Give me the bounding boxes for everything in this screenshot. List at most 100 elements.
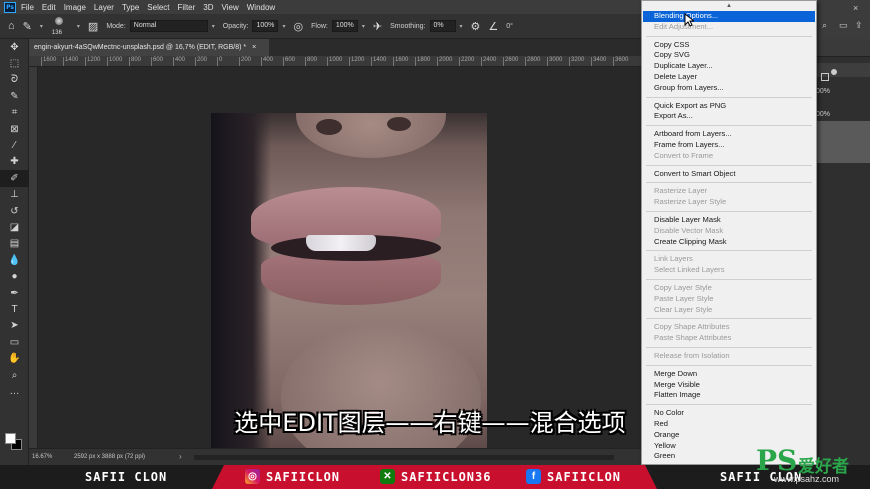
smoothing-input[interactable]: 0% — [429, 20, 456, 32]
menu-item-orange[interactable]: Orange — [643, 430, 815, 441]
photoshop-logo-icon[interactable]: Ps — [4, 1, 16, 13]
status-menu-arrow-icon[interactable]: › — [179, 452, 182, 461]
menu-item-artboard-from-layers[interactable]: Artboard from Layers... — [643, 129, 815, 140]
ruler-tick: 1600 — [40, 57, 57, 66]
brush-settings-icon[interactable]: ▨ — [88, 20, 98, 33]
pressure-opacity-icon[interactable]: ◎ — [294, 20, 304, 33]
menu-item-group-from-layers[interactable]: Group from Layers... — [643, 83, 815, 94]
workspace-icon[interactable]: ▭ — [839, 20, 848, 31]
close-panel-icon[interactable]: × — [853, 3, 858, 13]
home-icon[interactable]: ⌂ — [8, 20, 15, 32]
blur-tool-icon[interactable]: 💧 — [0, 252, 29, 268]
history-brush-tool-icon[interactable]: ↺ — [0, 203, 29, 219]
brush-preset-chevron-icon[interactable]: ▾ — [77, 23, 80, 30]
panel-opacity[interactable]: 00% — [816, 88, 830, 95]
canvas-area[interactable] — [38, 67, 641, 448]
eyedropper-tool-icon[interactable]: ⁄ — [0, 137, 29, 153]
menu-item-merge-down[interactable]: Merge Down — [643, 369, 815, 380]
angle-value[interactable]: 0° — [506, 23, 513, 30]
airbrush-icon[interactable]: ✈ — [373, 20, 382, 33]
menu-item-convert-to-frame: Convert to Frame — [654, 150, 714, 160]
layer-thumbnail[interactable] — [816, 121, 870, 163]
flow-input[interactable]: 100% — [331, 20, 358, 32]
path-select-tool-icon[interactable]: ➤ — [0, 318, 29, 334]
opacity-input[interactable]: 100% — [252, 20, 279, 32]
zoom-level[interactable]: 16.67% — [32, 454, 52, 460]
ruler-tick: 3600 — [612, 57, 629, 66]
eraser-tool-icon[interactable]: ◪ — [0, 219, 29, 235]
menu-item-disable-layer-mask[interactable]: Disable Layer Mask — [643, 215, 815, 226]
color-swatches[interactable] — [4, 431, 26, 453]
ruler-tick: 1400 — [370, 57, 387, 66]
menu-image[interactable]: Image — [64, 3, 86, 12]
frame-tool-icon[interactable]: ⊠ — [0, 121, 29, 137]
menu-item-merge-visible[interactable]: Merge Visible — [643, 380, 815, 391]
menu-layer[interactable]: Layer — [94, 3, 114, 12]
zoom-tool-icon[interactable]: ⌕ — [0, 367, 29, 383]
menu-item-convert-to-smart-object[interactable]: Convert to Smart Object — [643, 169, 815, 180]
menu-separator — [646, 250, 812, 252]
scroll-up-arrow-icon[interactable]: ▲ — [642, 1, 816, 11]
brush-tool-icon[interactable]: ✐ — [0, 170, 29, 187]
flow-chevron-icon[interactable]: ▾ — [362, 23, 365, 30]
banner-left-name: SAFII CLON — [85, 470, 168, 484]
menu-item-export-as[interactable]: Export As... — [643, 111, 815, 122]
hand-tool-icon[interactable]: ✋ — [0, 350, 29, 366]
menu-item-quick-export-as-png[interactable]: Quick Export as PNG — [643, 101, 815, 112]
lips-photo — [211, 113, 487, 448]
healing-brush-tool-icon[interactable]: ✚ — [0, 154, 29, 170]
lasso-tool-icon[interactable]: ᘐ — [0, 72, 29, 88]
menu-item-frame-from-layers[interactable]: Frame from Layers... — [643, 140, 815, 151]
more-tools-icon[interactable]: … — [0, 383, 29, 399]
search-icon[interactable]: ⌕ — [822, 20, 827, 31]
mode-chevron-icon[interactable]: ▾ — [212, 23, 215, 30]
move-tool-icon[interactable]: ✥ — [0, 39, 29, 55]
pen-tool-icon[interactable]: ✒ — [0, 285, 29, 301]
panel-dot-icon[interactable] — [831, 69, 837, 75]
panel-fill[interactable]: 00% — [816, 111, 830, 118]
menu-filter[interactable]: Filter — [178, 3, 196, 12]
ruler-tick: 200 — [238, 57, 252, 66]
tool-preset-chevron-icon[interactable]: ▾ — [40, 23, 43, 30]
menu-item-blending-options[interactable]: Blending Options... — [643, 11, 815, 22]
menu-item-red[interactable]: Red — [643, 419, 815, 430]
menu-item-no-color[interactable]: No Color — [643, 408, 815, 419]
menu-item-create-clipping-mask[interactable]: Create Clipping Mask — [643, 237, 815, 248]
quick-select-tool-icon[interactable]: ✎ — [0, 88, 29, 104]
crop-tool-icon[interactable]: ⌗ — [0, 105, 29, 121]
foreground-color-swatch[interactable] — [5, 433, 16, 444]
menu-item-copy-css[interactable]: Copy CSS — [643, 40, 815, 51]
horizontal-scrollbar[interactable] — [194, 455, 614, 460]
menu-item-copy-svg[interactable]: Copy SVG — [643, 50, 815, 61]
menu-3d[interactable]: 3D — [203, 3, 213, 12]
menu-select[interactable]: Select — [147, 3, 169, 12]
opacity-label: Opacity: — [222, 22, 249, 30]
clone-stamp-tool-icon[interactable]: ⊥ — [0, 187, 29, 203]
document-dimensions: 2592 px x 3888 px (72 ppi) — [74, 454, 146, 460]
marquee-tool-icon[interactable]: ⬚ — [0, 55, 29, 71]
brush-preset-picker[interactable]: 136 — [51, 16, 69, 36]
menu-separator — [646, 318, 812, 320]
menu-item-duplicate-layer[interactable]: Duplicate Layer... — [643, 61, 815, 72]
share-icon[interactable]: ⇪ — [855, 20, 863, 31]
brush-tool-icon[interactable]: ✎ — [23, 20, 32, 33]
smoothing-chevron-icon[interactable]: ▾ — [460, 23, 463, 30]
rectangle-tool-icon[interactable]: ▭ — [0, 334, 29, 350]
opacity-chevron-icon[interactable]: ▾ — [282, 23, 285, 30]
menu-edit[interactable]: Edit — [42, 3, 56, 12]
menu-item-edit-adjustment: Edit Adjustment... — [654, 21, 714, 31]
document-tab[interactable]: engin-akyurt-4aSQwMectnc-unsplash.psd @ … — [29, 39, 269, 56]
menu-view[interactable]: View — [222, 3, 239, 12]
gradient-tool-icon[interactable]: ▤ — [0, 236, 29, 252]
menu-item-flatten-image[interactable]: Flatten Image — [643, 390, 815, 401]
dodge-tool-icon[interactable]: ● — [0, 268, 29, 284]
close-tab-icon[interactable]: × — [252, 44, 256, 51]
menu-file[interactable]: File — [21, 3, 34, 12]
menu-item-delete-layer[interactable]: Delete Layer — [643, 72, 815, 83]
menu-type[interactable]: Type — [122, 3, 139, 12]
menu-window[interactable]: Window — [247, 3, 275, 12]
panel-icon[interactable] — [821, 73, 829, 81]
type-tool-icon[interactable]: T — [0, 301, 29, 317]
smoothing-settings-icon[interactable]: ⚙ — [471, 20, 481, 33]
mode-select[interactable]: Normal — [129, 20, 208, 32]
